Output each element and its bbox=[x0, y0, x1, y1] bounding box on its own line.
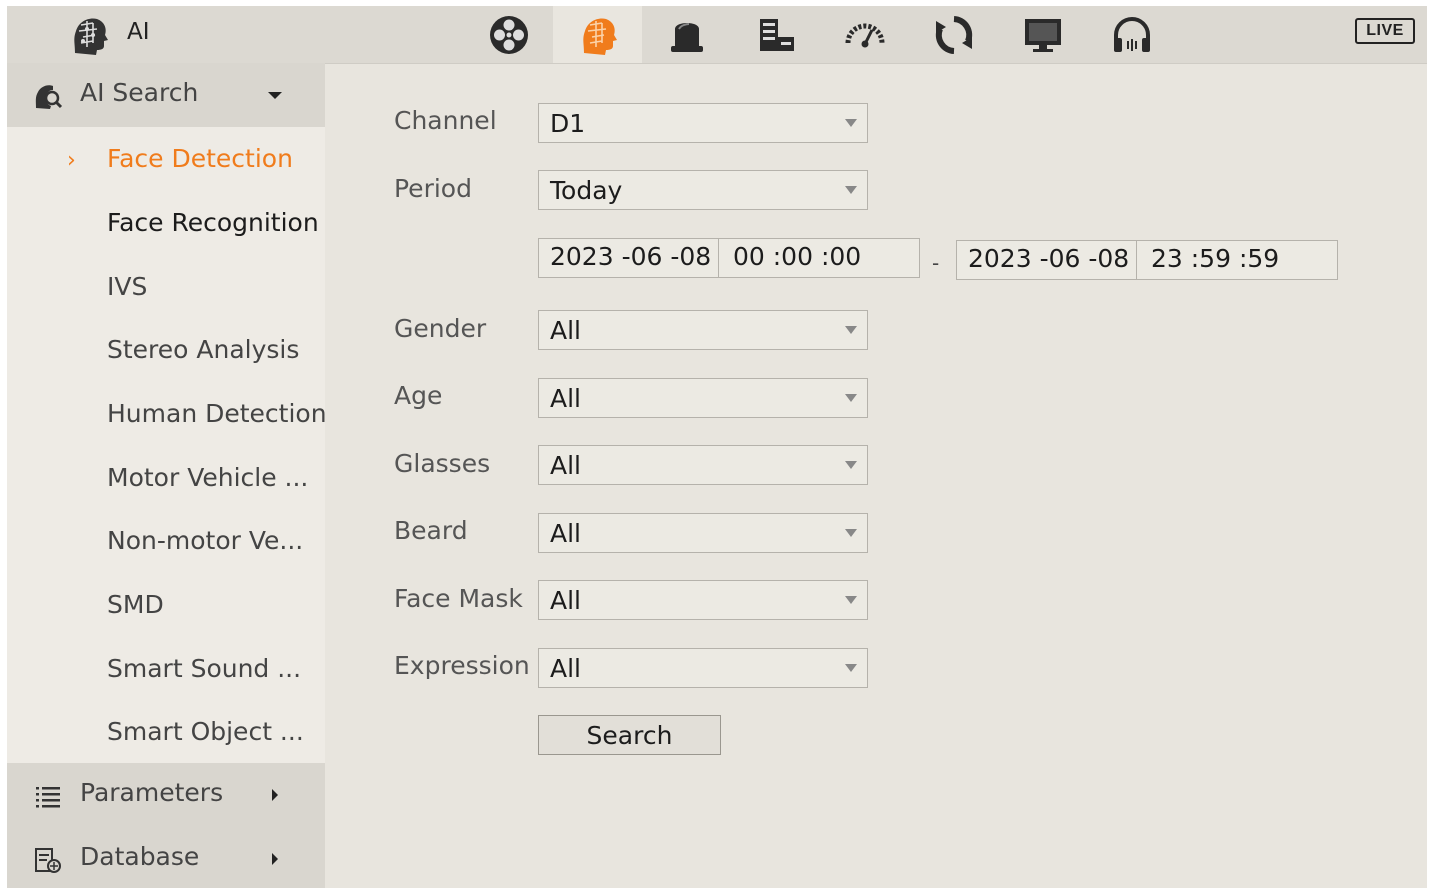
top-bar: AI LIVE bbox=[7, 6, 1427, 64]
dropdown-arrow-icon bbox=[845, 529, 857, 537]
sidebar-group-label: Parameters bbox=[80, 778, 224, 807]
glasses-select[interactable]: All bbox=[538, 445, 868, 485]
speedometer-icon[interactable] bbox=[820, 6, 909, 63]
period-label: Period bbox=[394, 174, 472, 203]
sidebar-group-database[interactable]: Database bbox=[7, 827, 325, 888]
start-date[interactable]: 2023 -06 -08 bbox=[550, 242, 711, 271]
field-divider bbox=[718, 239, 719, 277]
sidebar-item-smart-object[interactable]: Smart Object ... bbox=[107, 717, 304, 746]
sidebar-item-smart-sound[interactable]: Smart Sound ... bbox=[107, 654, 301, 683]
period-select[interactable]: Today bbox=[538, 170, 868, 210]
end-date[interactable]: 2023 -06 -08 bbox=[968, 244, 1129, 273]
ai-search-icon bbox=[35, 85, 63, 109]
face-mask-label: Face Mask bbox=[394, 584, 523, 613]
channel-value: D1 bbox=[550, 109, 586, 138]
sidebar-group-label: Database bbox=[80, 842, 200, 871]
gender-label: Gender bbox=[394, 314, 487, 343]
caret-right-icon bbox=[272, 853, 278, 865]
age-select[interactable]: All bbox=[538, 378, 868, 418]
ai-head-icon[interactable] bbox=[553, 6, 642, 63]
storage-dome-icon[interactable] bbox=[642, 6, 731, 63]
channel-label: Channel bbox=[394, 106, 497, 135]
gender-select[interactable]: All bbox=[538, 310, 868, 350]
app-window: AI LIVE AI Search › Face Detection Face … bbox=[7, 6, 1427, 888]
glasses-value: All bbox=[550, 451, 581, 480]
ai-head-app-icon bbox=[74, 18, 108, 55]
start-datetime-field[interactable]: 2023 -06 -08 00 :00 :00 bbox=[538, 238, 920, 278]
sidebar-item-motor-vehicle[interactable]: Motor Vehicle ... bbox=[107, 463, 308, 492]
sidebar-group-label: AI Search bbox=[80, 78, 199, 107]
sidebar-item-smd[interactable]: SMD bbox=[107, 590, 164, 619]
network-device-icon[interactable] bbox=[731, 6, 820, 63]
chevron-right-icon: › bbox=[67, 148, 76, 173]
caret-down-icon bbox=[268, 92, 282, 99]
field-divider bbox=[1136, 241, 1137, 279]
expression-select[interactable]: All bbox=[538, 648, 868, 688]
sidebar-item-stereo-analysis[interactable]: Stereo Analysis bbox=[107, 335, 299, 364]
sidebar-item-face-detection[interactable]: Face Detection bbox=[107, 144, 293, 173]
expression-label: Expression bbox=[394, 651, 530, 680]
start-time[interactable]: 00 :00 :00 bbox=[733, 242, 861, 271]
refresh-icon[interactable] bbox=[909, 6, 998, 63]
end-datetime-field[interactable]: 2023 -06 -08 23 :59 :59 bbox=[956, 240, 1338, 280]
headset-icon[interactable] bbox=[1087, 6, 1176, 63]
dropdown-arrow-icon bbox=[845, 596, 857, 604]
sidebar-item-human-detection[interactable]: Human Detection bbox=[107, 399, 327, 428]
beard-value: All bbox=[550, 519, 581, 548]
database-icon bbox=[35, 848, 61, 873]
sidebar-item-face-recognition[interactable]: Face Recognition bbox=[107, 208, 319, 237]
sidebar: AI Search › Face Detection Face Recognit… bbox=[7, 63, 327, 888]
dropdown-arrow-icon bbox=[845, 394, 857, 402]
age-value: All bbox=[550, 384, 581, 413]
sidebar-item-ivs[interactable]: IVS bbox=[107, 272, 147, 301]
sidebar-group-parameters[interactable]: Parameters bbox=[7, 763, 325, 827]
live-button[interactable]: LIVE bbox=[1355, 18, 1415, 44]
expression-value: All bbox=[550, 654, 581, 683]
dropdown-arrow-icon bbox=[845, 119, 857, 127]
age-label: Age bbox=[394, 381, 443, 410]
beard-label: Beard bbox=[394, 516, 468, 545]
list-icon bbox=[36, 787, 60, 808]
dropdown-arrow-icon bbox=[845, 461, 857, 469]
gender-value: All bbox=[550, 316, 581, 345]
search-button[interactable]: Search bbox=[538, 715, 721, 755]
end-time[interactable]: 23 :59 :59 bbox=[1151, 244, 1279, 273]
dropdown-arrow-icon bbox=[845, 664, 857, 672]
face-mask-value: All bbox=[550, 586, 581, 615]
face-mask-select[interactable]: All bbox=[538, 580, 868, 620]
sidebar-item-non-motor-vehicle[interactable]: Non-motor Ve... bbox=[107, 526, 303, 555]
range-separator: - bbox=[932, 251, 940, 275]
beard-select[interactable]: All bbox=[538, 513, 868, 553]
sidebar-group-ai-search[interactable]: AI Search bbox=[7, 63, 325, 127]
period-value: Today bbox=[550, 176, 623, 205]
glasses-label: Glasses bbox=[394, 449, 491, 478]
caret-right-icon bbox=[272, 789, 278, 801]
channel-select[interactable]: D1 bbox=[538, 103, 868, 143]
dropdown-arrow-icon bbox=[845, 326, 857, 334]
monitor-icon[interactable] bbox=[998, 6, 1087, 63]
app-title: AI bbox=[127, 19, 150, 45]
film-reel-icon[interactable] bbox=[464, 6, 553, 63]
dropdown-arrow-icon bbox=[845, 186, 857, 194]
